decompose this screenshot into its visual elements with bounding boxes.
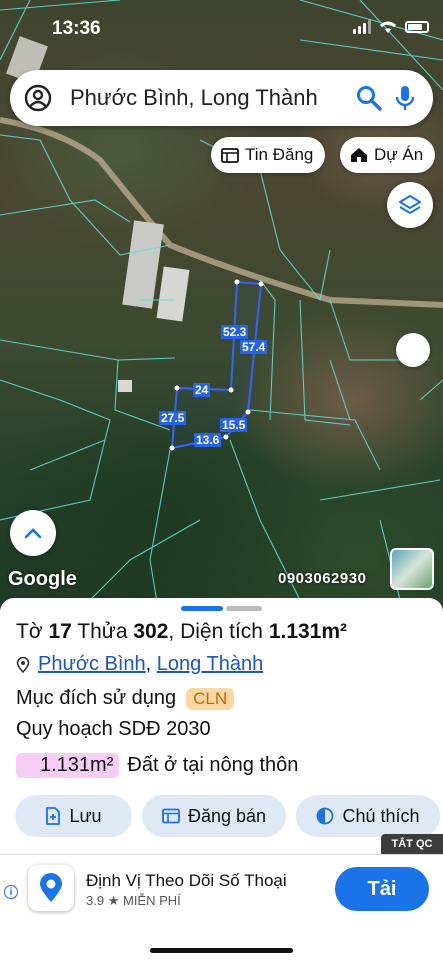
sheet-handle[interactable]	[226, 606, 262, 611]
purpose-row: Mục đích sử dụng CLN	[16, 687, 235, 710]
ad-meta: 3.9 ★ MIỄN PHÍ	[86, 893, 181, 908]
dimension-label: 57.4	[240, 340, 268, 354]
parcel-info-sheet: Tờ 17 Thửa 302, Diện tích 1.131m² Phước …	[0, 598, 443, 960]
home-indicator	[150, 948, 293, 953]
account-icon[interactable]	[24, 84, 52, 112]
house-icon	[351, 148, 367, 162]
info-icon[interactable]: i	[4, 885, 18, 899]
zoning-row: 1.131m² Đất ở tại nông thôn	[16, 753, 298, 778]
ward-link[interactable]: Phước Bình	[38, 653, 146, 676]
post-for-sale-button[interactable]: Đăng bán	[142, 795, 286, 837]
status-time: 13:36	[52, 18, 101, 39]
du-an-label: Dự Án	[374, 145, 424, 164]
purpose-code-badge: CLN	[186, 687, 235, 710]
location-pin-icon	[16, 656, 30, 673]
planning-label: Quy hoạch SDĐ 2030	[16, 718, 211, 740]
layers-button[interactable]	[387, 182, 433, 228]
microphone-icon[interactable]	[391, 84, 419, 112]
layers-icon	[399, 195, 421, 214]
dimension-label: 52.3	[221, 325, 249, 339]
dimension-label: 27.5	[159, 411, 187, 425]
map-view[interactable]: 52.3 57.4 24 27.5 15.5 13.6 13:36 Tin Đă…	[0, 0, 443, 620]
status-icons	[353, 20, 429, 34]
install-button[interactable]: Tải	[335, 867, 429, 911]
tin-dang-label: Tin Đăng	[245, 145, 314, 164]
satellite-thumbnail[interactable]	[390, 548, 434, 590]
battery-icon	[405, 21, 429, 33]
listing-icon	[162, 808, 180, 824]
district-link[interactable]: Long Thành	[157, 653, 263, 676]
compass-button[interactable]	[396, 333, 430, 367]
location-pin-icon	[40, 873, 62, 902]
ad-app-name: Định Vị Theo Dõi Số Thoại	[86, 871, 287, 890]
contact-phone[interactable]: 0903062930	[278, 570, 366, 587]
save-button[interactable]: Lưu	[15, 795, 132, 837]
sheet-handle-active[interactable]	[181, 606, 223, 611]
dimension-label: 13.6	[194, 433, 222, 447]
search-input[interactable]	[70, 85, 347, 111]
signal-icon	[353, 20, 371, 34]
purpose-label: Mục đích sử dụng	[16, 687, 177, 709]
search-bar[interactable]	[10, 70, 433, 126]
dimension-label: 24	[193, 383, 211, 397]
search-icon[interactable]	[355, 84, 383, 112]
parcel-title: Tờ 17 Thửa 302, Diện tích 1.131m²	[16, 620, 348, 643]
google-logo: Google	[8, 568, 77, 590]
wifi-icon	[380, 21, 396, 33]
star-icon: ★	[107, 893, 120, 908]
location-row: Phước Bình, Long Thành	[16, 653, 263, 676]
expand-button[interactable]	[10, 510, 56, 556]
land-type: Đất ở tại nông thôn	[127, 754, 299, 776]
close-ad-button[interactable]: TẮT QC	[381, 834, 443, 854]
legend-button[interactable]: Chú thích	[296, 795, 440, 837]
area-badge: 1.131m²	[16, 753, 120, 778]
du-an-chip[interactable]: Dự Án	[340, 137, 436, 173]
contrast-icon	[317, 807, 334, 825]
add-file-icon	[46, 807, 61, 825]
tin-dang-chip[interactable]: Tin Đăng	[211, 137, 326, 173]
listing-icon	[221, 148, 239, 163]
dimension-label: 15.5	[220, 418, 248, 432]
ad-banner[interactable]: i Định Vị Theo Dõi Số Thoại 3.9 ★ MIỄN P…	[0, 854, 443, 924]
app-icon	[28, 865, 74, 911]
chevron-up-icon	[24, 528, 42, 539]
